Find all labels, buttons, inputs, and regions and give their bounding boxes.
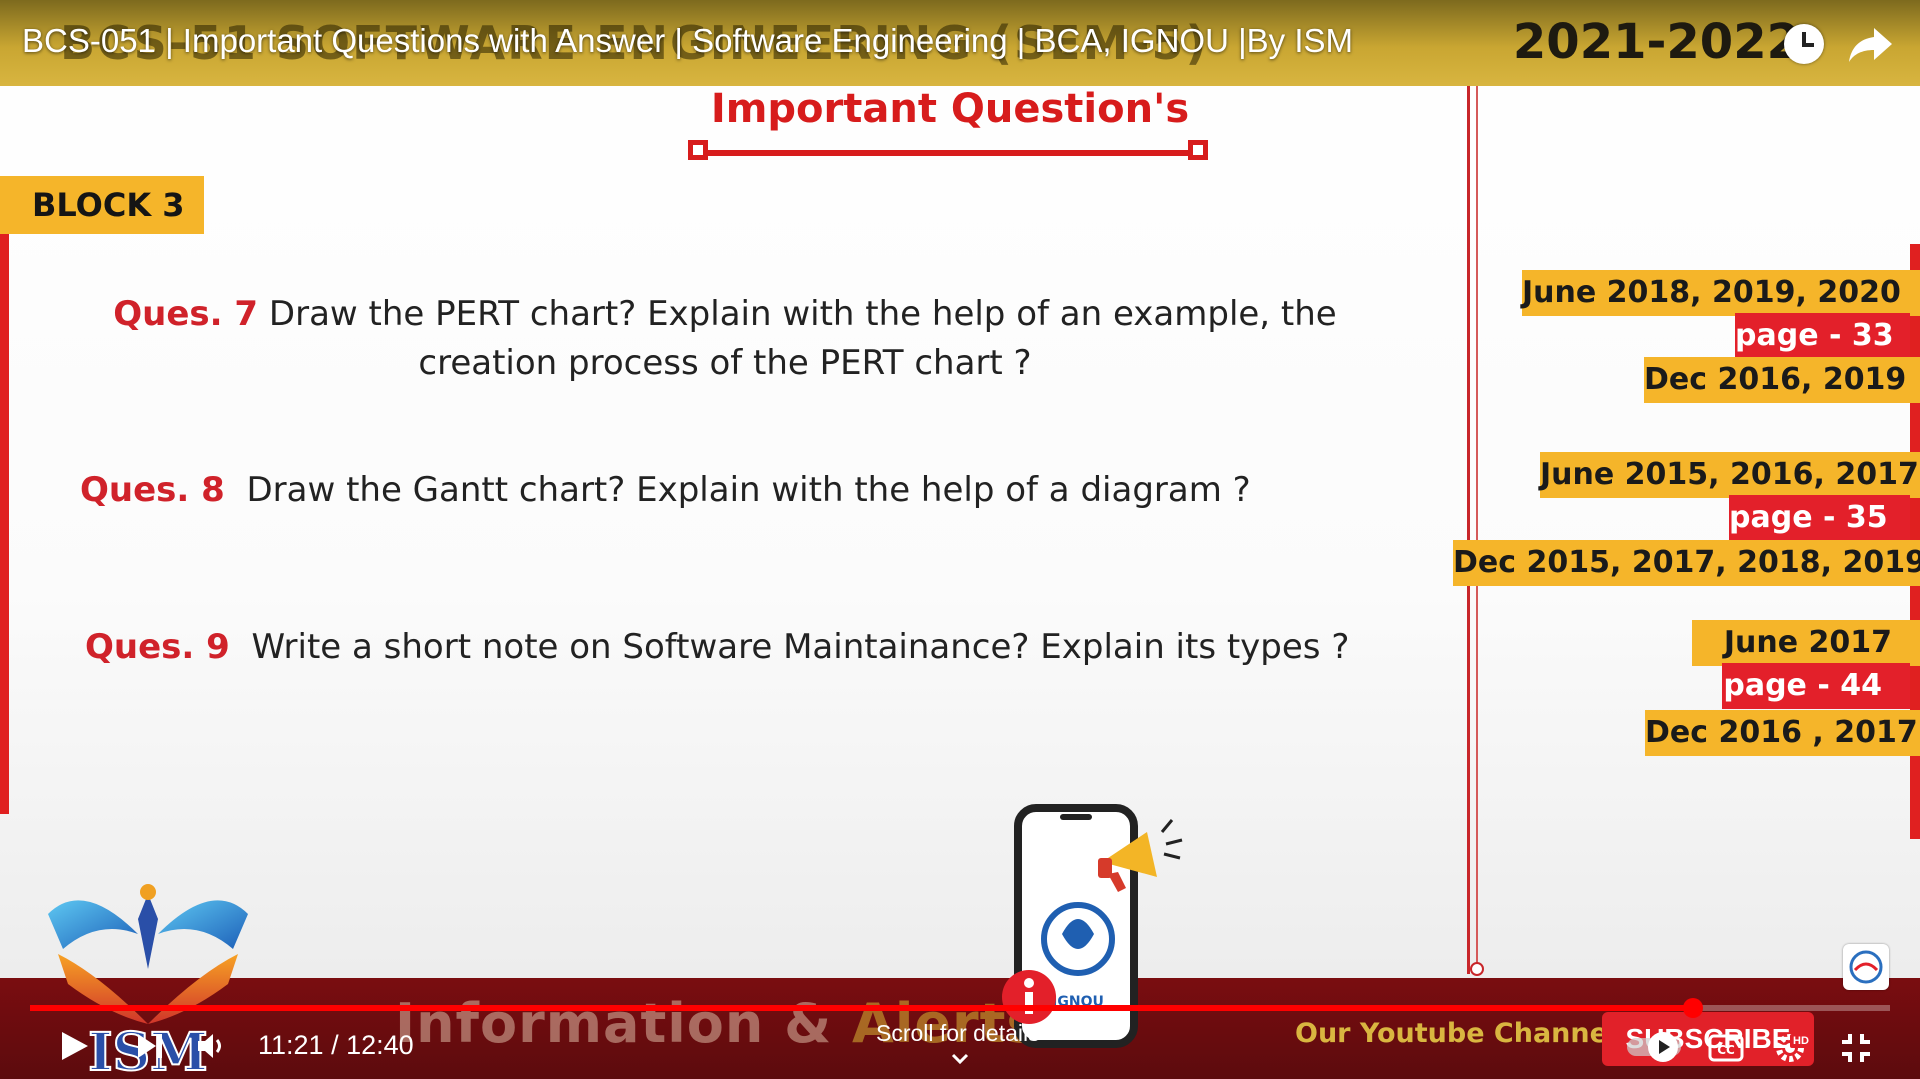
play-icon[interactable] (60, 1030, 90, 1062)
question-text: Write a short note on Software Maintaina… (251, 627, 1350, 667)
exit-fullscreen-icon[interactable] (1840, 1032, 1872, 1064)
exam-date-dec: Dec 2016 , 2017 (1645, 710, 1920, 756)
slide-heading: Important Question's (710, 86, 1190, 132)
channel-label: Our Youtube Channel (1295, 1018, 1618, 1049)
clock-icon[interactable] (1784, 24, 1824, 64)
progress-fill (30, 1005, 1693, 1011)
exam-date-june: June 2018, 2019, 2020 (1522, 270, 1920, 316)
video-title[interactable]: BCS-051 | Important Questions with Answe… (22, 22, 1353, 60)
left-accent-bar (0, 234, 9, 814)
page-ref: page - 44 (1722, 663, 1910, 709)
banner-info-text: Information & (395, 992, 853, 1055)
hd-badge: HD (1790, 1034, 1812, 1048)
question-label: Ques. 8 (80, 470, 225, 510)
slide-year: 2021-2022 (1512, 14, 1800, 70)
question-text: Draw the PERT chart? Explain with the he… (268, 294, 1337, 383)
exam-date-june: June 2015, 2016, 2017 (1540, 452, 1920, 498)
time-display: 11:21 / 12:40 (258, 1030, 414, 1060)
volume-icon[interactable] (196, 1032, 226, 1060)
heading-underline-end-left (688, 140, 708, 160)
megaphone-icon (1098, 819, 1183, 892)
info-icon[interactable] (1000, 968, 1058, 1026)
question-9: Ques. 9 Write a short note on Software M… (85, 627, 1349, 667)
next-icon[interactable] (136, 1032, 164, 1060)
video-title-bar: BCS-51 SOFTWARE ENGINEERING (SEM-5) 2021… (0, 0, 1920, 86)
block-tag: BLOCK 3 (0, 176, 204, 234)
autoplay-toggle-icon[interactable] (1625, 1030, 1689, 1064)
vertical-divider-inner (1476, 86, 1478, 966)
page-ref: page - 33 (1735, 313, 1910, 359)
chevron-down-icon[interactable] (950, 1052, 970, 1066)
question-label: Ques. 7 (113, 294, 259, 334)
scroll-for-details[interactable]: Scroll for details (876, 1020, 1040, 1047)
captions-icon[interactable]: CC (1708, 1034, 1744, 1062)
question-8: Ques. 8 Draw the Gantt chart? Explain wi… (80, 470, 1251, 510)
divider-end-dot (1470, 962, 1484, 976)
progress-scrubber[interactable] (1682, 998, 1703, 1018)
progress-bar[interactable] (30, 998, 1890, 1018)
page-ref: page - 35 (1729, 495, 1910, 541)
channel-watermark-icon[interactable] (1843, 944, 1889, 990)
exam-date-dec: Dec 2015, 2017, 2018, 2019 (1453, 540, 1920, 586)
question-text: Draw the Gantt chart? Explain with the h… (246, 470, 1251, 510)
heading-underline-end-right (1188, 140, 1208, 160)
question-label: Ques. 9 (85, 627, 230, 667)
question-7: Ques. 7 Draw the PERT chart? Explain wit… (60, 290, 1390, 388)
video-frame[interactable]: BCS-51 SOFTWARE ENGINEERING (SEM-5) 2021… (0, 0, 1920, 1079)
heading-underline (698, 150, 1198, 156)
exam-date-dec: Dec 2016, 2019 (1644, 357, 1920, 403)
svg-text:CC: CC (1717, 1043, 1735, 1057)
exam-date-june: June 2017 (1692, 620, 1920, 666)
vertical-divider (1467, 86, 1470, 974)
share-icon[interactable] (1846, 22, 1896, 66)
